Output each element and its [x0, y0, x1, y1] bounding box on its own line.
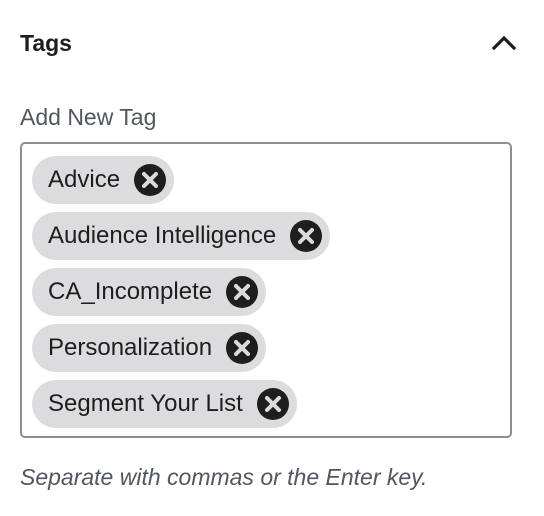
close-circle-icon	[290, 220, 323, 252]
remove-tag-button[interactable]	[132, 162, 168, 198]
tag-token-segment-your-list: Segment Your List	[32, 380, 297, 428]
tag-token-personalization: Personalization	[32, 324, 267, 372]
tag-token-ca-incomplete: CA_Incomplete	[32, 268, 267, 316]
tag-token-advice: Advice	[32, 156, 175, 204]
close-circle-icon	[226, 276, 259, 308]
add-new-tag-label: Add New Tag	[20, 104, 157, 130]
close-circle-icon	[256, 388, 289, 420]
close-circle-icon	[226, 332, 259, 364]
tag-label: CA_Incomplete	[48, 278, 213, 305]
close-circle-icon	[134, 164, 167, 196]
tag-label: Advice	[48, 166, 121, 193]
tag-token-audience-intelligence: Audience Intelligence	[32, 212, 331, 260]
panel-title: Tags	[20, 30, 72, 56]
tag-label: Audience Intelligence	[48, 222, 277, 249]
tag-token-field[interactable]: Advice Audience Intelligence CA_Incomple…	[20, 142, 512, 438]
tag-label: Personalization	[48, 334, 213, 361]
remove-tag-button[interactable]	[288, 218, 324, 254]
tag-label: Segment Your List	[48, 390, 243, 417]
chevron-up-icon[interactable]	[486, 27, 522, 57]
remove-tag-button[interactable]	[224, 330, 260, 366]
remove-tag-button[interactable]	[224, 274, 260, 310]
remove-tag-button[interactable]	[255, 386, 291, 422]
tag-help-text: Separate with commas or the Enter key.	[20, 464, 428, 490]
tags-panel-header[interactable]: Tags	[0, 0, 544, 86]
